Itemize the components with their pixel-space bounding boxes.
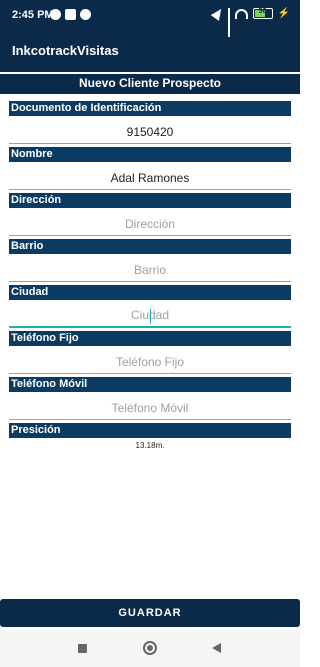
battery-icon: 56 xyxy=(252,8,273,19)
field-label: Nombre xyxy=(9,147,291,162)
telefono-fijo-input[interactable] xyxy=(9,355,291,369)
field-label: Teléfono Móvil xyxy=(9,377,291,392)
p-app-icon xyxy=(50,9,61,20)
recent-apps-icon[interactable] xyxy=(78,644,87,653)
status-time: 2:45 PM xyxy=(12,9,54,21)
field-underline xyxy=(9,116,291,144)
signal-icon xyxy=(227,8,230,37)
field-presicion: Presición 13.18m. xyxy=(9,423,291,450)
field-nombre: Nombre xyxy=(9,147,291,190)
field-telefono-fijo: Teléfono Fijo xyxy=(9,331,291,374)
documento-input[interactable] xyxy=(9,125,291,139)
home-icon[interactable] xyxy=(143,641,157,655)
app-title: InkcotrackVisitas xyxy=(12,43,119,58)
back-icon[interactable] xyxy=(212,643,221,653)
charging-icon: ⚡ xyxy=(277,8,290,19)
app-header: 2:45 PM 56 ⚡ InkcotrackVisitas xyxy=(0,0,300,72)
field-label: Presición xyxy=(9,423,291,438)
field-telefono-movil: Teléfono Móvil xyxy=(9,377,291,420)
p-app-icon-2 xyxy=(80,9,91,20)
field-label: Dirección xyxy=(9,193,291,208)
field-direccion: Dirección xyxy=(9,193,291,236)
direccion-input[interactable] xyxy=(9,217,291,231)
telefono-movil-input[interactable] xyxy=(9,401,291,415)
battery-level: 56 xyxy=(258,8,267,15)
field-underline-focused xyxy=(9,300,291,328)
field-underline xyxy=(9,254,291,282)
save-button[interactable]: GUARDAR xyxy=(0,599,300,627)
field-label: Ciudad xyxy=(9,285,291,300)
field-label: Documento de Identificación xyxy=(9,101,291,116)
field-underline xyxy=(9,162,291,190)
system-nav-bar xyxy=(0,630,300,667)
field-underline xyxy=(9,346,291,374)
location-icon xyxy=(210,6,225,21)
field-barrio: Barrio xyxy=(9,239,291,282)
status-bar: 2:45 PM 56 ⚡ xyxy=(0,0,300,37)
presicion-value: 13.18m. xyxy=(135,441,165,450)
notification-icons xyxy=(50,9,91,20)
text-cursor xyxy=(150,309,151,324)
field-underline xyxy=(9,392,291,420)
wifi-icon xyxy=(234,8,248,19)
field-documento: Documento de Identificación xyxy=(9,101,291,144)
screen-title: Nuevo Cliente Prospecto xyxy=(0,74,300,94)
field-label: Barrio xyxy=(9,239,291,254)
system-icons: 56 ⚡ xyxy=(210,6,290,37)
nombre-input[interactable] xyxy=(9,171,291,185)
field-underline xyxy=(9,208,291,236)
barrio-input[interactable] xyxy=(9,263,291,277)
drive-icon xyxy=(65,9,76,20)
field-label: Teléfono Fijo xyxy=(9,331,291,346)
field-ciudad: Ciudad xyxy=(9,285,291,328)
